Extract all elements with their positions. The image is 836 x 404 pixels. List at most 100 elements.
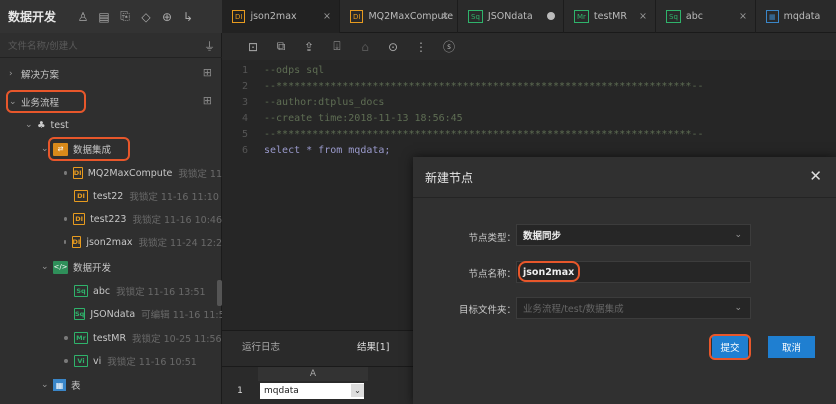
- highlight-node-name: [518, 261, 580, 282]
- tab-abc[interactable]: Sq abc ×: [656, 0, 756, 33]
- chevron-down-icon: ⌄: [25, 120, 33, 130]
- code-text: --odps sql: [264, 65, 325, 76]
- flow-icon[interactable]: ◇: [137, 8, 155, 26]
- divider: [413, 197, 836, 198]
- tab-mq2maxcompute[interactable]: DI MQ2MaxCompute ×: [340, 0, 458, 33]
- cancel-button[interactable]: 取消: [768, 336, 815, 358]
- close-icon[interactable]: ×: [639, 11, 647, 22]
- chevron-down-icon: ⌄: [734, 303, 742, 313]
- editor-toolbar: ⊡ ⧉ ⇪ ⍗ ⌂ ⊙ ⋮ ⓢ: [222, 33, 836, 60]
- node-name: MQ2MaxCompute: [87, 167, 173, 179]
- close-icon[interactable]: ×: [323, 11, 331, 22]
- export-icon[interactable]: ⍗: [328, 38, 346, 56]
- new-node-dialog: 新建节点 ✕ 节点类型： 数据同步 ⌄ 节点名称： json2max 目标文件夹…: [413, 157, 836, 404]
- share-icon[interactable]: ↳: [179, 8, 197, 26]
- code-text: --author:dtplus_docs: [264, 97, 385, 108]
- tree-node-test223[interactable]: DI test223 我锁定 11-16 10:46: [0, 207, 222, 231]
- di-icon: DI: [72, 167, 83, 179]
- node-meta: 我锁定 11-24 12:2: [138, 238, 222, 249]
- line-number: 5: [241, 129, 248, 140]
- status-dot: [64, 336, 68, 340]
- code-line: 2 --*************************************…: [222, 81, 836, 96]
- highlight-data-integration: [48, 137, 130, 161]
- tab-label: JSONdata: [487, 11, 533, 22]
- tree-data-dev[interactable]: ⌄ </> 数据开发: [0, 255, 222, 279]
- node-meta: 我锁定 11-16 10:46: [132, 215, 222, 226]
- cost-icon[interactable]: ⓢ: [440, 38, 458, 56]
- node-type-select[interactable]: 数据同步 ⌄: [516, 224, 751, 246]
- dialog-title: 新建节点: [425, 170, 474, 185]
- tree-node-vi[interactable]: Vi vi 我锁定 11-16 10:51: [0, 349, 222, 373]
- save-as-icon[interactable]: ⧉: [272, 38, 290, 56]
- sidebar-toolbar: ♙ ▤ ⎘ ◇ ⊕ ↳: [74, 8, 197, 26]
- chevron-right-icon: ›: [9, 69, 13, 79]
- tab-label: abc: [685, 11, 703, 22]
- tab-json2max[interactable]: DI json2max ×: [222, 0, 340, 33]
- import-icon[interactable]: ⎘: [116, 8, 134, 26]
- status-dot: [64, 217, 68, 221]
- tab-result[interactable]: 结果[1]: [357, 339, 389, 353]
- run-icon[interactable]: ⊙: [384, 38, 402, 56]
- tab-label: json2max: [250, 11, 297, 22]
- vi-icon: Vi: [74, 355, 88, 367]
- apps-icon[interactable]: ⊞: [203, 94, 212, 107]
- tree-test[interactable]: ⌄ ♣ test: [0, 113, 222, 137]
- lock-icon[interactable]: ⌂: [356, 38, 374, 56]
- line-number: 1: [241, 65, 248, 76]
- org-icon: ♣: [37, 119, 46, 131]
- close-icon[interactable]: ×: [441, 11, 449, 22]
- tree-test-label: test: [50, 119, 69, 131]
- ide-window: 数据开发 ♙ ▤ ⎘ ◇ ⊕ ↳ 文件名称/创建人 ⏚ › 解决方案 ⊞ ⌄ 业…: [0, 0, 836, 404]
- user-icon[interactable]: ♙: [74, 8, 92, 26]
- result-cell[interactable]: mqdata ⌄: [260, 383, 364, 399]
- target-folder-select[interactable]: 业务流程/test/数据集成 ⌄: [516, 297, 751, 319]
- search-input[interactable]: 文件名称/创建人 ⏚: [0, 33, 222, 58]
- node-name: test22: [93, 190, 124, 202]
- tab-mqdata[interactable]: ▦ mqdata: [756, 0, 836, 33]
- tree-node-test22[interactable]: DI test22 我锁定 11-16 11:10: [0, 184, 222, 208]
- close-icon[interactable]: ×: [739, 11, 747, 22]
- tree-data-dev-label: 数据开发: [73, 263, 112, 274]
- column-header[interactable]: A: [258, 367, 368, 381]
- tree-solutions-label: 解决方案: [21, 70, 60, 81]
- tree-node-testmr[interactable]: Mr testMR 我锁定 10-25 11:56: [0, 326, 222, 350]
- code-text: --**************************************…: [264, 81, 704, 92]
- tree-node-jsondata[interactable]: Sq JSONdata 可编辑 11-16 11:5: [0, 302, 222, 326]
- node-meta: 我锁定 10-25 11:56: [132, 334, 222, 345]
- tree-node-json2max[interactable]: DI json2max 我锁定 11-24 12:2: [0, 230, 222, 254]
- sql-icon: Sq: [74, 285, 88, 297]
- add-circle-icon[interactable]: ⊕: [158, 8, 176, 26]
- tree-node-abc[interactable]: Sq abc 我锁定 11-16 13:51: [0, 279, 222, 303]
- tab-run-log[interactable]: 运行日志: [242, 339, 280, 353]
- status-dot: [64, 240, 66, 244]
- filter-icon[interactable]: ⏚: [204, 38, 215, 54]
- tree-node-mq2maxcompute[interactable]: DI MQ2MaxCompute 我锁定 11: [0, 161, 222, 185]
- search-placeholder: 文件名称/创建人: [8, 41, 78, 52]
- sidebar: 数据开发 ♙ ▤ ⎘ ◇ ⊕ ↳ 文件名称/创建人 ⏚ › 解决方案 ⊞ ⌄ 业…: [0, 0, 222, 404]
- sidebar-title: 数据开发: [8, 10, 57, 24]
- sidebar-header: 数据开发 ♙ ▤ ⎘ ◇ ⊕ ↳: [0, 0, 222, 33]
- more-icon[interactable]: ⋮: [412, 38, 430, 56]
- row-number: 1: [237, 386, 243, 396]
- unsaved-dot-icon[interactable]: [547, 12, 555, 20]
- chevron-down-icon: ⌄: [734, 230, 742, 240]
- tab-testmr[interactable]: Mr testMR ×: [564, 0, 656, 33]
- code-line: 4 --create time:2018-11-13 18:56:45: [222, 113, 836, 128]
- node-name-label: 节点名称：: [468, 269, 516, 280]
- tree-solutions[interactable]: › 解决方案 ⊞: [0, 62, 222, 86]
- tab-jsondata[interactable]: Sq JSONdata: [458, 0, 564, 33]
- submit-icon[interactable]: ⇪: [300, 38, 318, 56]
- apps-icon[interactable]: ⊞: [203, 66, 212, 79]
- dialog-header: 新建节点: [413, 157, 836, 197]
- chevron-down-icon[interactable]: ⌄: [351, 384, 364, 397]
- tree-table[interactable]: ⌄ ▦ 表: [0, 373, 222, 397]
- editor-tabs: DI json2max × DI MQ2MaxCompute × Sq JSON…: [222, 0, 836, 33]
- grid-icon[interactable]: ▤: [95, 8, 113, 26]
- node-name: vi: [93, 355, 102, 367]
- save-icon[interactable]: ⊡: [244, 38, 262, 56]
- status-dot: [64, 359, 68, 363]
- line-number: 2: [241, 81, 248, 92]
- close-icon[interactable]: ✕: [809, 167, 822, 185]
- chevron-down-icon: ⌄: [41, 262, 49, 272]
- node-type-value: 数据同步: [523, 231, 562, 242]
